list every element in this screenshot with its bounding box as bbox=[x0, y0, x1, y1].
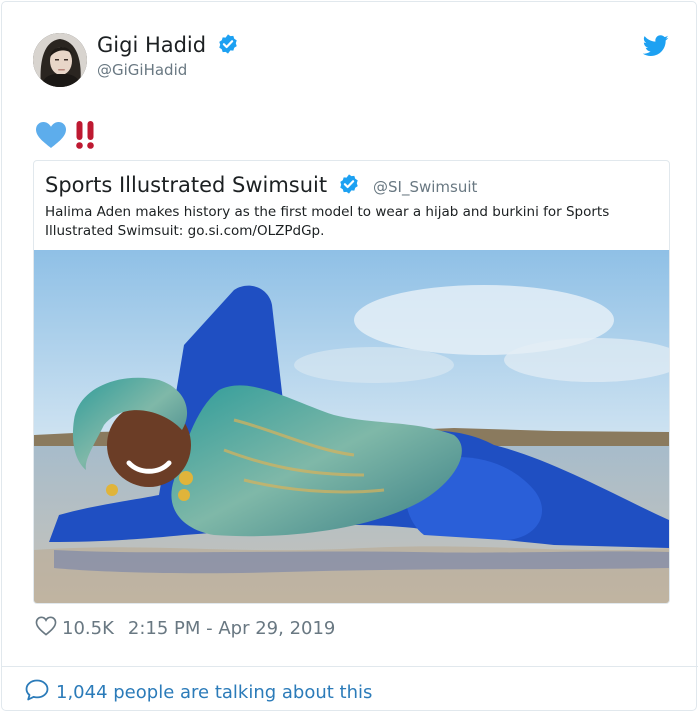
talking-count-text[interactable]: 1,044 people are talking about this bbox=[56, 682, 372, 703]
author-name-row[interactable]: Gigi Hadid bbox=[97, 33, 239, 60]
twitter-bird-icon[interactable] bbox=[642, 35, 669, 61]
quoted-tweet[interactable]: Sports Illustrated Swimsuit @SI_Swimsuit… bbox=[33, 160, 670, 604]
blue-heart-icon bbox=[35, 121, 67, 153]
footer-divider bbox=[2, 666, 698, 667]
tweet-text bbox=[35, 120, 95, 154]
author-handle[interactable]: @GiGiHadid bbox=[97, 61, 187, 79]
conversation-link[interactable]: 1,044 people are talking about this bbox=[25, 679, 372, 706]
verified-badge-icon bbox=[217, 33, 239, 60]
quoted-tweet-text: Halima Aden makes history as the first m… bbox=[45, 204, 610, 239]
quoted-author-row[interactable]: Sports Illustrated Swimsuit bbox=[45, 173, 360, 200]
embedded-tweet-card: Gigi Hadid @GiGiHadid Sports Illustrated… bbox=[1, 1, 698, 711]
heart-icon[interactable] bbox=[35, 616, 57, 641]
like-count[interactable]: 10.5K bbox=[62, 618, 114, 639]
quoted-author-handle[interactable]: @SI_Swimsuit bbox=[373, 178, 477, 196]
speech-bubble-icon bbox=[25, 679, 49, 706]
verified-badge-icon bbox=[338, 173, 360, 200]
quoted-tweet-photo[interactable] bbox=[34, 250, 669, 603]
double-exclamation-icon bbox=[75, 121, 95, 153]
avatar-photo bbox=[33, 33, 87, 87]
avatar[interactable] bbox=[33, 33, 87, 87]
tweet-timestamp[interactable]: 2:15 PM - Apr 29, 2019 bbox=[128, 618, 335, 639]
author-display-name[interactable]: Gigi Hadid bbox=[97, 33, 206, 57]
tweet-meta: 10.5K 2:15 PM - Apr 29, 2019 bbox=[35, 616, 335, 641]
quoted-author-name[interactable]: Sports Illustrated Swimsuit bbox=[45, 173, 327, 197]
